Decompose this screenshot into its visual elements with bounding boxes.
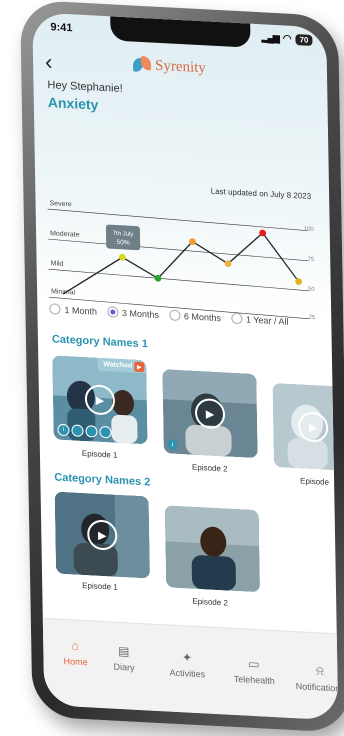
range-option[interactable]: 6 Months xyxy=(168,309,222,323)
greeting: Hey Stephanie! xyxy=(47,79,123,96)
grid-line xyxy=(48,268,309,292)
episode-label: Episode 1 xyxy=(82,580,118,592)
range-option-label: 3 Months xyxy=(121,307,160,320)
tab-diary[interactable]: ▤ Diary xyxy=(113,643,135,673)
y-level-label: Moderate xyxy=(50,230,80,239)
range-option[interactable]: 1 Month xyxy=(49,303,97,317)
category-title-1: Category Names 1 xyxy=(51,333,149,351)
logo-icon xyxy=(132,55,152,75)
info-icon[interactable]: i xyxy=(167,439,178,450)
range-option[interactable]: 3 Months xyxy=(106,306,160,320)
bottom-tab-bar: ⌂ Home ▤ Diary ✦ Activities ▭ Telehealth ⍾ Notifi… xyxy=(42,617,339,721)
signal-icon: ▂▄▆ xyxy=(261,32,279,44)
episode-thumbnail xyxy=(164,505,261,593)
tab-label: Activities xyxy=(169,667,206,680)
status-icons: ▂▄▆ ◠ 70 xyxy=(261,32,313,46)
avatar xyxy=(71,424,84,438)
category-title-2: Category Names 2 xyxy=(54,471,151,489)
back-arrow-icon[interactable]: ‹ xyxy=(45,49,65,76)
episode-label: Episode 1 xyxy=(81,448,118,460)
tab-label: Diary xyxy=(113,661,135,673)
episode-card-1-2[interactable]: ▶ i xyxy=(162,369,258,459)
y-tick-label: 100 xyxy=(304,227,315,234)
radio-icon xyxy=(49,303,61,315)
chat-icon: ▭ xyxy=(248,656,260,672)
y-level-label: Minimal xyxy=(51,288,76,296)
range-option-label: 6 Months xyxy=(183,310,222,323)
tab-label: Telehealth xyxy=(233,673,275,687)
grid-line xyxy=(47,208,308,232)
figure-icon: ✦ xyxy=(181,650,193,665)
episode-label: Episode xyxy=(300,476,330,487)
episode-card-2-2[interactable] xyxy=(164,505,261,593)
y-tick-label: 75 xyxy=(308,257,315,263)
data-point xyxy=(119,253,126,261)
tab-notifications[interactable]: ⍾ Notifications xyxy=(295,662,339,694)
wifi-icon: ◠ xyxy=(282,33,292,45)
tab-telehealth[interactable]: ▭ Telehealth xyxy=(233,656,275,686)
episode-label: Episode 2 xyxy=(192,596,229,608)
tab-label: Notifications xyxy=(295,681,339,694)
battery-icon: 70 xyxy=(295,34,313,46)
app-logo: Syrenity xyxy=(132,55,207,78)
tab-label: Home xyxy=(63,655,88,668)
episode-card-1-1[interactable]: Watched ▶ ▶ i xyxy=(52,355,148,445)
range-option-label: 1 Year / All xyxy=(245,314,289,327)
y-level-label: Mild xyxy=(51,260,64,268)
tab-home[interactable]: ⌂ Home xyxy=(63,638,88,668)
watched-play-icon: ▶ xyxy=(134,361,145,373)
condition-title: Anxiety xyxy=(47,94,99,113)
y-level-label: Severe xyxy=(49,200,71,208)
bell-icon: ⍾ xyxy=(315,663,325,678)
status-time: 9:41 xyxy=(50,21,73,35)
radio-icon xyxy=(230,312,243,325)
brand-name: Syrenity xyxy=(154,57,207,76)
episode-card-2-1[interactable]: ▶ xyxy=(54,491,150,579)
range-option-label: 1 Month xyxy=(64,304,97,317)
avatar xyxy=(85,425,98,438)
tooltip-date: 7th July xyxy=(113,231,134,238)
range-option[interactable]: 1 Year / All xyxy=(230,312,289,327)
episode-card-1-3[interactable]: ▶ xyxy=(272,382,334,471)
avatar xyxy=(99,425,112,439)
home-icon: ⌂ xyxy=(71,638,79,653)
book-icon: ▤ xyxy=(117,643,130,659)
phone-frame: 9:41 ▂▄▆ ◠ 70 ‹ Syrenity Hey Stephanie! … xyxy=(20,0,344,734)
info-icon: i xyxy=(57,423,70,437)
episode-label: Episode 2 xyxy=(191,462,228,474)
radio-icon xyxy=(168,309,181,322)
y-tick-label: 25 xyxy=(309,315,316,321)
data-point xyxy=(295,278,303,285)
tooltip-value: 50% xyxy=(117,239,130,247)
chart-updated-label: Last updated on July 8 2023 xyxy=(211,187,312,201)
y-tick-label: 50 xyxy=(308,287,315,293)
mood-chart: Last updated on July 8 2023 Severe 100 Mod… xyxy=(47,187,316,321)
radio-icon xyxy=(106,306,119,318)
app-screen: 9:41 ▂▄▆ ◠ 70 ‹ Syrenity Hey Stephanie! … xyxy=(32,12,339,721)
tab-activities[interactable]: ✦ Activities xyxy=(169,650,206,680)
